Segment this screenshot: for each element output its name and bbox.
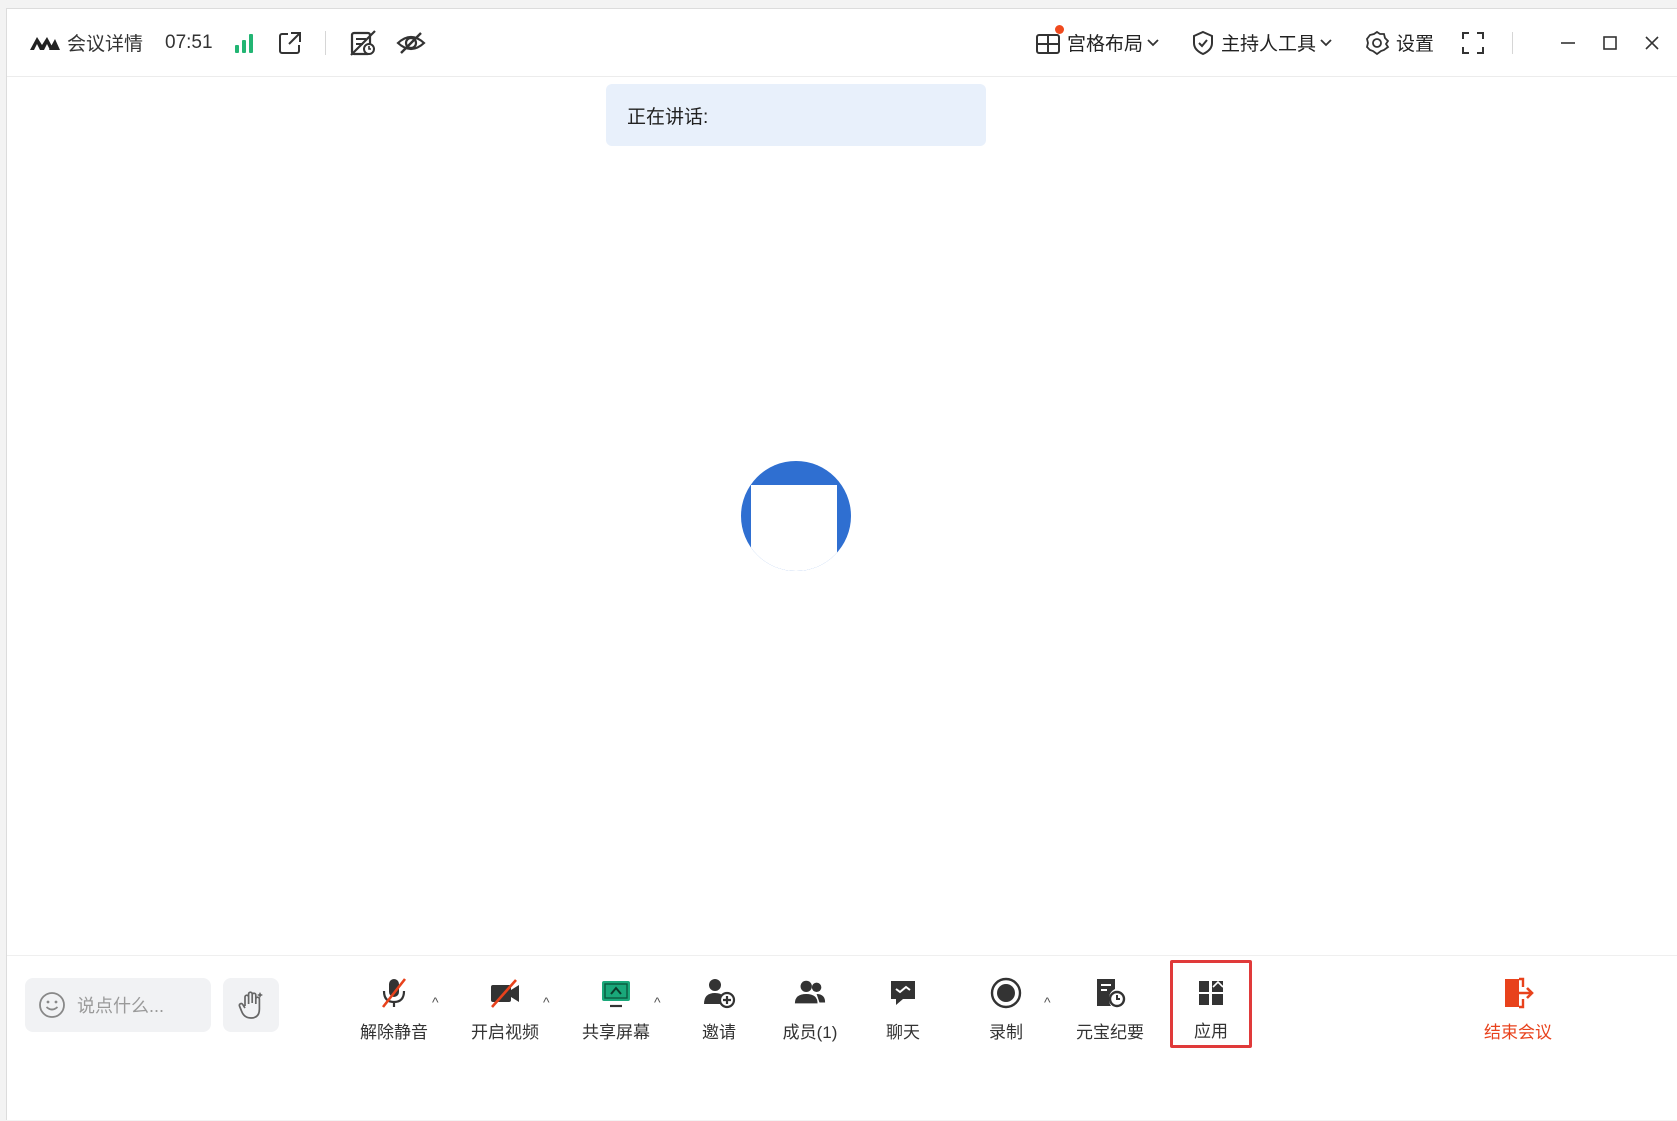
network-signal-icon[interactable] bbox=[234, 33, 253, 53]
window-controls bbox=[1512, 31, 1663, 54]
bottom-toolbar: 说点什么... 解除静音 ^ 开启视频 ^ 共享屏幕 ^ 邀请 成员(1) 聊天… bbox=[7, 955, 1677, 1121]
title-bar-right: 宫格布局 主持人工具 设置 bbox=[1009, 9, 1677, 76]
maximize-icon bbox=[1603, 35, 1617, 50]
chevron-down-icon bbox=[1147, 38, 1159, 46]
title-bar: 会议详情 07:51 宫格布局 主持人工具 设置 bbox=[7, 9, 1677, 77]
ai-summary-button[interactable]: 元宝纪要 bbox=[1065, 976, 1155, 1042]
members-button[interactable]: 成员(1) bbox=[765, 976, 855, 1042]
record-label: 录制 bbox=[989, 1023, 1023, 1042]
share-screen-icon bbox=[602, 981, 630, 1008]
unmute-label: 解除静音 bbox=[360, 1023, 428, 1042]
smiley-icon bbox=[39, 992, 65, 1018]
close-icon bbox=[1645, 35, 1659, 50]
settings-button[interactable]: 设置 bbox=[1364, 29, 1434, 56]
raise-hand-button[interactable] bbox=[223, 978, 279, 1032]
note-off-icon[interactable] bbox=[348, 28, 378, 58]
audio-options-chevron-icon[interactable]: ^ bbox=[432, 994, 439, 1010]
grid-layout-icon bbox=[1035, 33, 1060, 54]
say-something-input[interactable]: 说点什么... bbox=[25, 978, 211, 1032]
video-options-chevron-icon[interactable]: ^ bbox=[543, 994, 550, 1010]
chevron-down-icon bbox=[1320, 38, 1332, 46]
grid-layout-button[interactable]: 宫格布局 bbox=[1035, 25, 1165, 56]
meeting-details-label: 会议详情 bbox=[67, 34, 144, 55]
speaking-indicator: 正在讲话: bbox=[606, 84, 986, 146]
title-bar-left: 会议详情 07:51 bbox=[7, 9, 444, 76]
camera-off-icon bbox=[491, 979, 519, 1008]
chat-icon bbox=[891, 981, 915, 1005]
speaking-label: 正在讲话: bbox=[627, 106, 709, 128]
open-external-icon[interactable] bbox=[277, 30, 303, 56]
microphone-muted-icon bbox=[381, 978, 407, 1008]
meeting-timer: 07:51 bbox=[165, 31, 213, 53]
tencent-meeting-logo-icon bbox=[30, 36, 60, 50]
gear-icon bbox=[1365, 30, 1390, 55]
end-meeting-label: 结束会议 bbox=[1484, 1023, 1552, 1042]
chat-button[interactable]: 聊天 bbox=[858, 976, 948, 1042]
chat-label: 聊天 bbox=[886, 1023, 920, 1042]
members-icon bbox=[794, 980, 826, 1004]
fullscreen-icon bbox=[1462, 31, 1484, 54]
notification-dot bbox=[1054, 25, 1064, 34]
ai-summary-label: 元宝纪要 bbox=[1076, 1023, 1144, 1042]
minimize-icon bbox=[1561, 41, 1575, 44]
exit-icon bbox=[1505, 977, 1534, 1009]
apps-grid-icon bbox=[1199, 980, 1224, 1005]
record-icon bbox=[990, 977, 1022, 1009]
add-user-icon bbox=[704, 979, 736, 1009]
avatar-redaction bbox=[751, 485, 837, 571]
fullscreen-button[interactable] bbox=[1460, 30, 1492, 56]
share-screen-label: 共享屏幕 bbox=[582, 1023, 650, 1042]
share-screen-button[interactable]: 共享屏幕 bbox=[571, 976, 661, 1042]
close-button[interactable] bbox=[1641, 32, 1663, 54]
window-controls-divider bbox=[1512, 31, 1513, 54]
raise-hand-icon bbox=[238, 991, 263, 1019]
start-video-label: 开启视频 bbox=[471, 1023, 539, 1042]
ai-summary-icon bbox=[1097, 979, 1126, 1008]
meeting-details-button[interactable]: 会议详情 bbox=[29, 29, 143, 56]
host-tools-label: 主持人工具 bbox=[1220, 34, 1316, 55]
participant-avatar bbox=[741, 461, 851, 571]
members-label: 成员(1) bbox=[782, 1023, 838, 1042]
settings-label: 设置 bbox=[1395, 34, 1434, 55]
maximize-button[interactable] bbox=[1599, 32, 1621, 54]
apps-button[interactable]: 应用 bbox=[1166, 976, 1256, 1042]
shield-check-icon bbox=[1192, 30, 1213, 55]
say-something-placeholder: 说点什么... bbox=[77, 996, 165, 1016]
invite-button[interactable]: 邀请 bbox=[674, 976, 764, 1042]
title-bar-divider bbox=[324, 30, 326, 55]
minimize-button[interactable] bbox=[1557, 32, 1579, 54]
end-meeting-button[interactable]: 结束会议 bbox=[1473, 976, 1563, 1042]
hide-view-icon[interactable] bbox=[395, 28, 426, 58]
invite-label: 邀请 bbox=[702, 1023, 736, 1042]
start-video-button[interactable]: 开启视频 bbox=[460, 976, 550, 1042]
unmute-button[interactable]: 解除静音 bbox=[349, 976, 439, 1042]
record-options-chevron-icon[interactable]: ^ bbox=[1044, 994, 1051, 1010]
apps-label: 应用 bbox=[1194, 1022, 1228, 1041]
record-button[interactable]: 录制 bbox=[961, 976, 1051, 1042]
meeting-window: 会议详情 07:51 宫格布局 主持人工具 设置 正在讲话: 说点什么... 解… bbox=[6, 8, 1677, 1120]
host-tools-button[interactable]: 主持人工具 bbox=[1191, 29, 1338, 56]
share-options-chevron-icon[interactable]: ^ bbox=[654, 994, 661, 1010]
grid-layout-label: 宫格布局 bbox=[1066, 34, 1143, 55]
